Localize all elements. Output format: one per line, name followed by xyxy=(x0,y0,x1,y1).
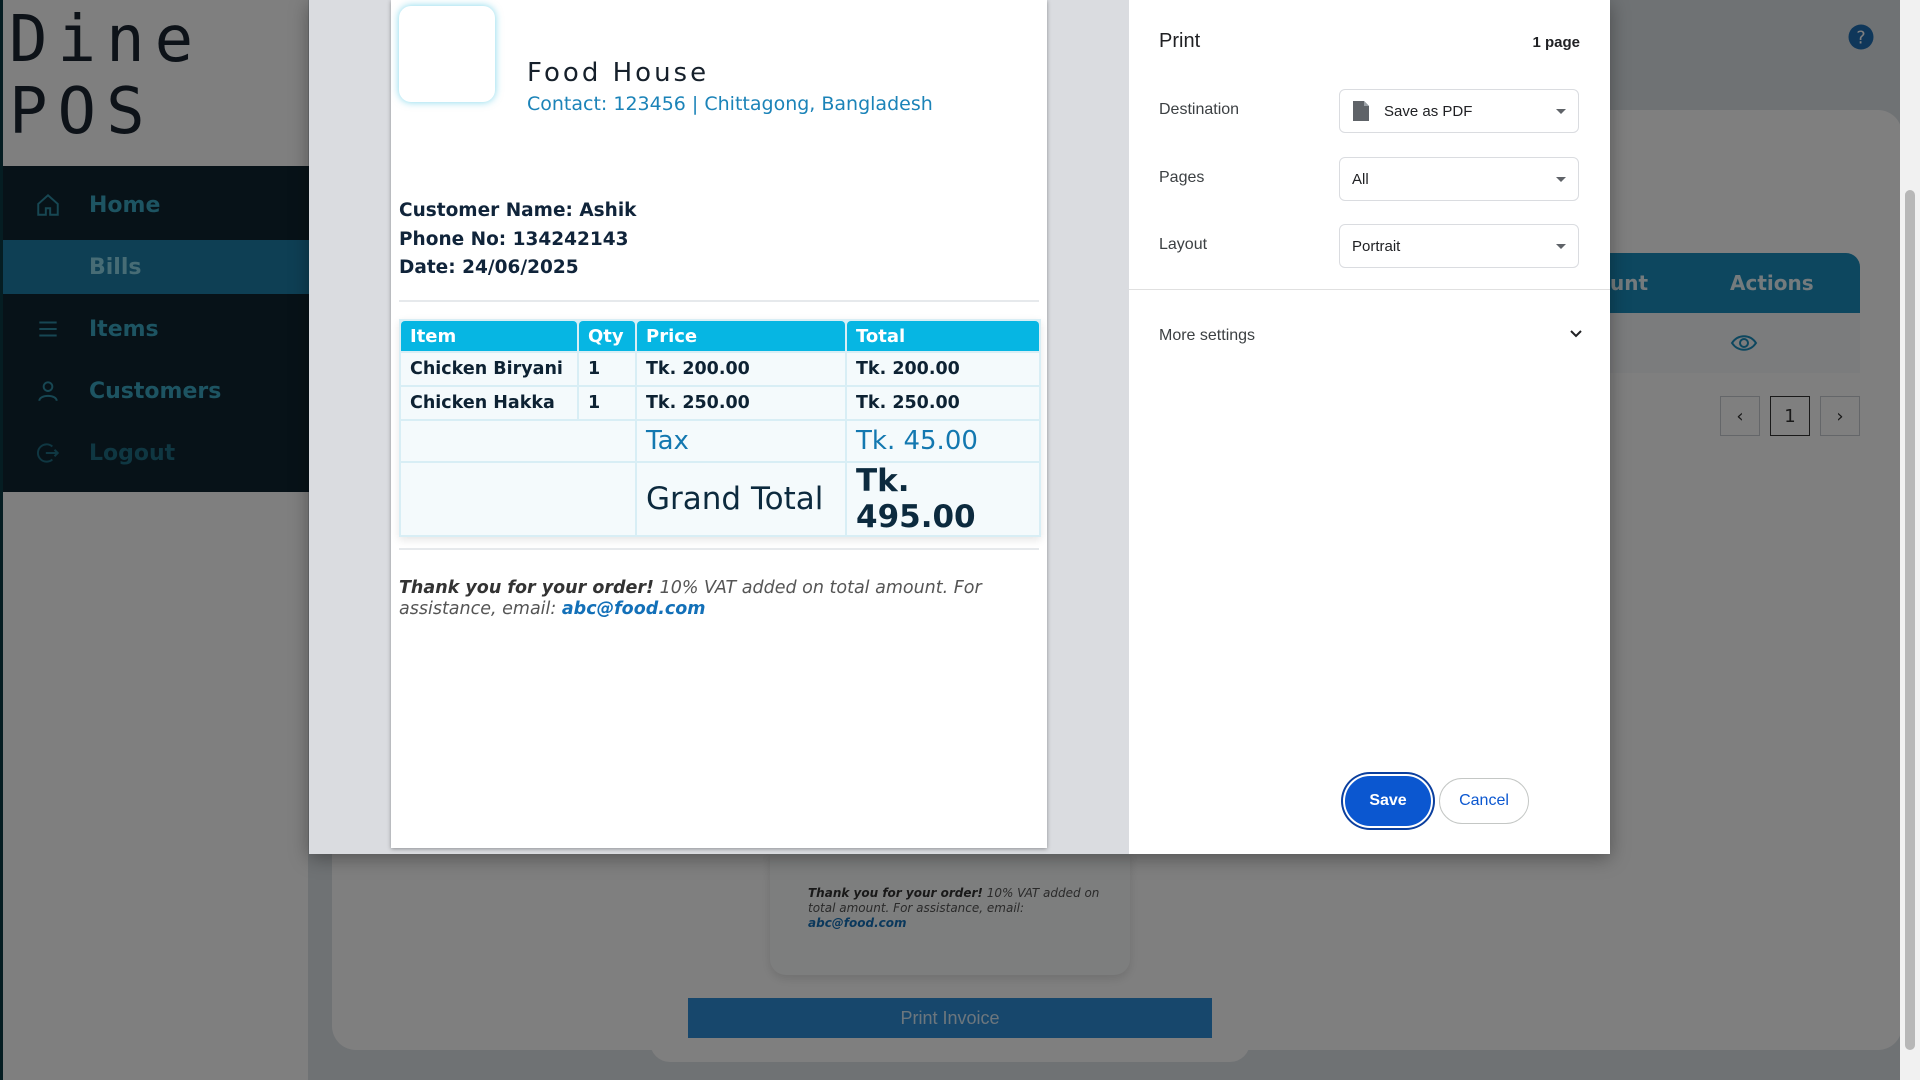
layout-value: Portrait xyxy=(1352,237,1401,255)
divider xyxy=(1129,289,1610,290)
col-header-total: Total xyxy=(847,321,1039,351)
print-preview-pane: Food House Contact: 123456 | Chittagong,… xyxy=(309,0,1129,854)
pages-label: Pages xyxy=(1159,169,1205,186)
note-email: abc@food.com xyxy=(561,599,706,619)
row-price: Tk. 250.00 xyxy=(637,387,845,419)
row-total: Tk. 250.00 xyxy=(847,387,1039,419)
tax-value: Tk. 45.00 xyxy=(847,421,1039,461)
print-dialog: Food House Contact: 123456 | Chittagong,… xyxy=(309,0,1610,854)
tax-empty-cell xyxy=(401,421,635,461)
shop-contact: Contact: 123456 | Chittagong, Bangladesh xyxy=(527,93,933,115)
table-row: Chicken Hakka 1 Tk. 250.00 Tk. 250.00 xyxy=(401,387,1039,419)
print-title: Print xyxy=(1159,30,1201,52)
dropdown-arrow-icon xyxy=(1556,244,1566,249)
destination-select[interactable]: Save as PDF xyxy=(1339,89,1579,133)
invoice-date: Date: 24/06/2025 xyxy=(399,257,579,278)
tax-row: Tax Tk. 45.00 xyxy=(401,421,1039,461)
dropdown-arrow-icon xyxy=(1556,109,1566,114)
tax-label: Tax xyxy=(637,421,845,461)
row-qty: 1 xyxy=(579,353,635,385)
customer-phone: Phone No: 134242143 xyxy=(399,229,629,250)
shop-name: Food House xyxy=(527,58,710,88)
row-qty: 1 xyxy=(579,387,635,419)
row-total: Tk. 200.00 xyxy=(847,353,1039,385)
destination-value: Save as PDF xyxy=(1384,102,1473,120)
col-header-qty: Qty xyxy=(579,321,635,351)
layout-select[interactable]: Portrait xyxy=(1339,224,1579,268)
page-scrollbar[interactable] xyxy=(1900,0,1920,1080)
col-header-price: Price xyxy=(637,321,845,351)
grand-total-label: Grand Total xyxy=(637,463,845,535)
note-bold: Thank you for your order! xyxy=(399,578,655,598)
row-item: Chicken Biryani xyxy=(401,353,577,385)
page-count: 1 page xyxy=(1532,34,1580,51)
print-settings-pane: Print 1 page Destination Save as PDF Pag… xyxy=(1129,0,1610,854)
preview-page: Food House Contact: 123456 | Chittagong,… xyxy=(391,0,1047,848)
pages-select[interactable]: All xyxy=(1339,157,1579,201)
destination-label: Destination xyxy=(1159,101,1240,118)
row-price: Tk. 200.00 xyxy=(637,353,845,385)
document-icon xyxy=(1352,100,1370,122)
grand-total-row: Grand Total Tk. 495.00 xyxy=(401,463,1039,535)
row-item: Chicken Hakka xyxy=(401,387,577,419)
chevron-down-icon xyxy=(1568,326,1584,347)
layout-label: Layout xyxy=(1159,236,1208,253)
invoice-items-table: Item Qty Price Total Chicken Biryani 1 T… xyxy=(399,319,1041,537)
dropdown-arrow-icon xyxy=(1556,177,1566,182)
scrollbar-thumb[interactable] xyxy=(1905,190,1915,1050)
table-header-row: Item Qty Price Total xyxy=(401,321,1039,351)
shop-logo xyxy=(399,6,495,102)
col-header-item: Item xyxy=(401,321,577,351)
pages-value: All xyxy=(1352,170,1369,188)
more-settings-toggle[interactable]: More settings xyxy=(1159,318,1584,354)
more-settings-label: More settings xyxy=(1159,327,1256,344)
table-row: Chicken Biryani 1 Tk. 200.00 Tk. 200.00 xyxy=(401,353,1039,385)
customer-name: Customer Name: Ashik xyxy=(399,200,637,221)
divider xyxy=(399,548,1039,550)
thank-you-note: Thank you for your order! 10% VAT added … xyxy=(399,578,999,620)
grand-total-value: Tk. 495.00 xyxy=(847,463,1039,535)
save-button[interactable]: Save xyxy=(1345,776,1431,826)
cancel-button[interactable]: Cancel xyxy=(1439,778,1529,824)
divider xyxy=(399,300,1039,302)
grand-total-empty-cell xyxy=(401,463,635,535)
